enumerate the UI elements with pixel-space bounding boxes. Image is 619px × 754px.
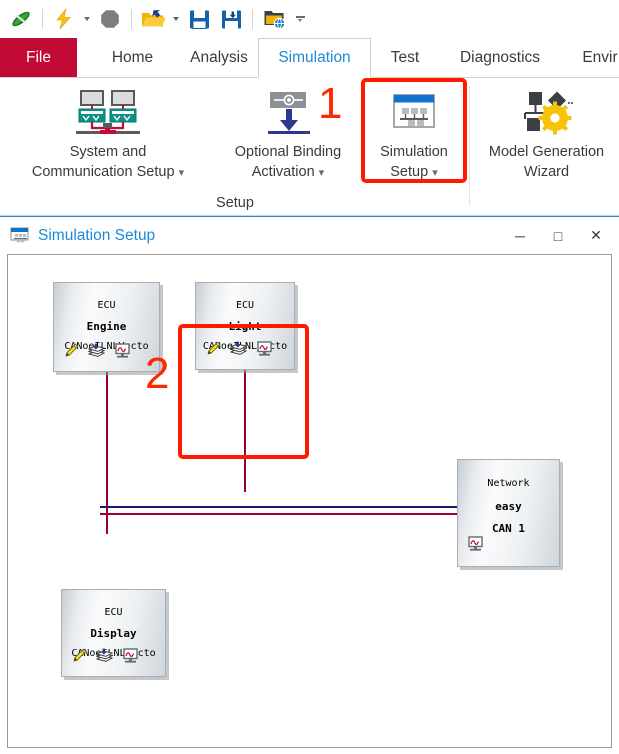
toolbar-separator-1 (42, 9, 43, 29)
tab-test[interactable]: Test (375, 38, 435, 78)
ss-dropdown-arrow[interactable]: ▾ (432, 167, 438, 179)
monitor-panel-icon[interactable] (122, 648, 139, 669)
ecu-light-icons (205, 341, 273, 362)
bus-line-navy (100, 506, 475, 508)
simulation-setup-window: Simulation Setup ─ □ ✕ ECU Engine CANoeI… (0, 216, 619, 754)
quick-access-toolbar (0, 0, 619, 38)
simulation-setup-title-bar: Simulation Setup ─ □ ✕ (0, 217, 619, 254)
scs-dropdown-arrow[interactable]: ▾ (179, 167, 185, 179)
system-communication-setup-icon (74, 88, 142, 136)
system-and-communication-setup-label: System and Communication Setup ▾ (32, 143, 184, 182)
monitor-panel-icon[interactable] (114, 343, 131, 364)
simulation-setup-button[interactable]: Simulation Setup ▾ (365, 88, 463, 182)
stop-measurement-icon[interactable] (95, 4, 125, 34)
ribbon-group-setup: System and Communication Setup ▾ Optiona… (0, 78, 470, 215)
configuration-folder-icon[interactable] (259, 4, 289, 34)
optional-binding-activation-icon (260, 88, 316, 136)
open-configuration-icon[interactable] (138, 4, 168, 34)
pencil-icon[interactable] (63, 343, 79, 364)
customize-quick-access-dropdown[interactable] (296, 15, 305, 23)
simulation-setup-canvas[interactable]: ECU Engine CANoeILNLVecto ECU Light Netw… (7, 254, 612, 748)
maximize-button[interactable]: □ (539, 221, 577, 251)
model-generation-wizard-icon (517, 88, 577, 136)
ribbon-group-model: Model Generation Wizard (470, 78, 619, 215)
ecu-display-line2: Display (90, 627, 137, 640)
network-icons (467, 536, 484, 557)
optional-binding-activation-label: Optional Binding Activation ▾ (235, 143, 341, 182)
simulation-setup-label: Simulation Setup ▾ (380, 143, 448, 182)
minimize-button[interactable]: ─ (501, 221, 539, 251)
monitor-panel-icon[interactable] (256, 341, 273, 362)
mgw-line2: Wizard (523, 163, 570, 180)
pencil-icon[interactable] (71, 648, 87, 669)
tab-home[interactable]: Home (90, 38, 175, 78)
start-measurement-icon[interactable] (49, 4, 79, 34)
ss-line2: Setup (390, 163, 429, 180)
network-line2: easy (495, 500, 522, 513)
wire-engine-vertical (106, 364, 108, 534)
system-and-communication-setup-button[interactable]: System and Communication Setup ▾ (8, 88, 208, 182)
open-configuration-dropdown[interactable] (173, 17, 179, 21)
tab-file[interactable]: File (0, 38, 77, 77)
scs-line1: System and (69, 144, 147, 160)
database-stack-icon[interactable] (95, 648, 114, 669)
toolbar-separator-3 (252, 9, 253, 29)
ecu-display-icons (71, 648, 139, 669)
annotation-number-1: 1 (318, 79, 343, 128)
tab-analysis[interactable]: Analysis (175, 38, 263, 78)
ecu-light-line2: Light (228, 320, 262, 333)
ss-line1: Simulation (380, 144, 448, 160)
ribbon-tab-strip: File Home Analysis Simulation Test Diagn… (0, 38, 619, 78)
ecu-display-line1: ECU (104, 607, 123, 618)
pencil-icon[interactable] (205, 341, 221, 362)
window-controls: ─ □ ✕ (501, 217, 619, 254)
save-configuration-icon[interactable] (184, 4, 214, 34)
ribbon-group-title-setup: Setup (216, 195, 254, 211)
node-ecu-display[interactable]: ECU Display CANoeILNLVecto (61, 589, 166, 677)
wire-light-vertical (244, 367, 246, 492)
ecu-engine-icons (63, 343, 131, 364)
model-generation-wizard-label: Model Generation Wizard (489, 143, 604, 182)
tab-environment[interactable]: Envir (565, 38, 619, 78)
start-measurement-dropdown[interactable] (84, 17, 90, 21)
monitor-panel-icon[interactable] (467, 536, 484, 556)
simulation-setup-icon (386, 88, 442, 136)
close-button[interactable]: ✕ (577, 221, 615, 251)
database-stack-icon[interactable] (229, 341, 248, 362)
toolbar-separator-2 (131, 9, 132, 29)
network-line3: CAN 1 (491, 522, 526, 535)
mgw-line1: Model Generation (488, 144, 605, 160)
ecu-engine-line2: Engine (86, 320, 127, 333)
ecu-light-line1: ECU (235, 300, 255, 311)
oba-line1: Optional Binding (234, 144, 342, 160)
oba-line2: Activation (251, 163, 315, 180)
bus-line-maroon (100, 513, 475, 515)
annotation-number-2: 2 (145, 349, 170, 398)
scs-line2: Communication Setup (31, 163, 175, 180)
canoe-application-window: File Home Analysis Simulation Test Diagn… (0, 0, 619, 754)
node-ecu-light[interactable]: ECU Light CANoeILNLVecto (195, 282, 295, 370)
network-line1: Network (487, 478, 530, 489)
simulation-setup-window-icon (10, 227, 30, 245)
ecu-engine-line1: ECU (97, 300, 116, 311)
tab-diagnostics[interactable]: Diagnostics (440, 38, 560, 78)
ribbon-content: System and Communication Setup ▾ Optiona… (0, 78, 619, 216)
database-stack-icon[interactable] (87, 343, 106, 364)
save-configuration-as-icon[interactable] (216, 4, 246, 34)
tab-simulation[interactable]: Simulation (258, 38, 371, 78)
canoe-logo-icon[interactable] (6, 4, 36, 34)
node-network-easy-can1[interactable]: Network easy CAN 1 (457, 459, 560, 567)
oba-dropdown-arrow[interactable]: ▾ (319, 167, 325, 179)
node-ecu-engine[interactable]: ECU Engine CANoeILNLVecto (53, 282, 160, 372)
simulation-setup-window-title: Simulation Setup (38, 226, 156, 244)
model-generation-wizard-button[interactable]: Model Generation Wizard (474, 88, 619, 182)
